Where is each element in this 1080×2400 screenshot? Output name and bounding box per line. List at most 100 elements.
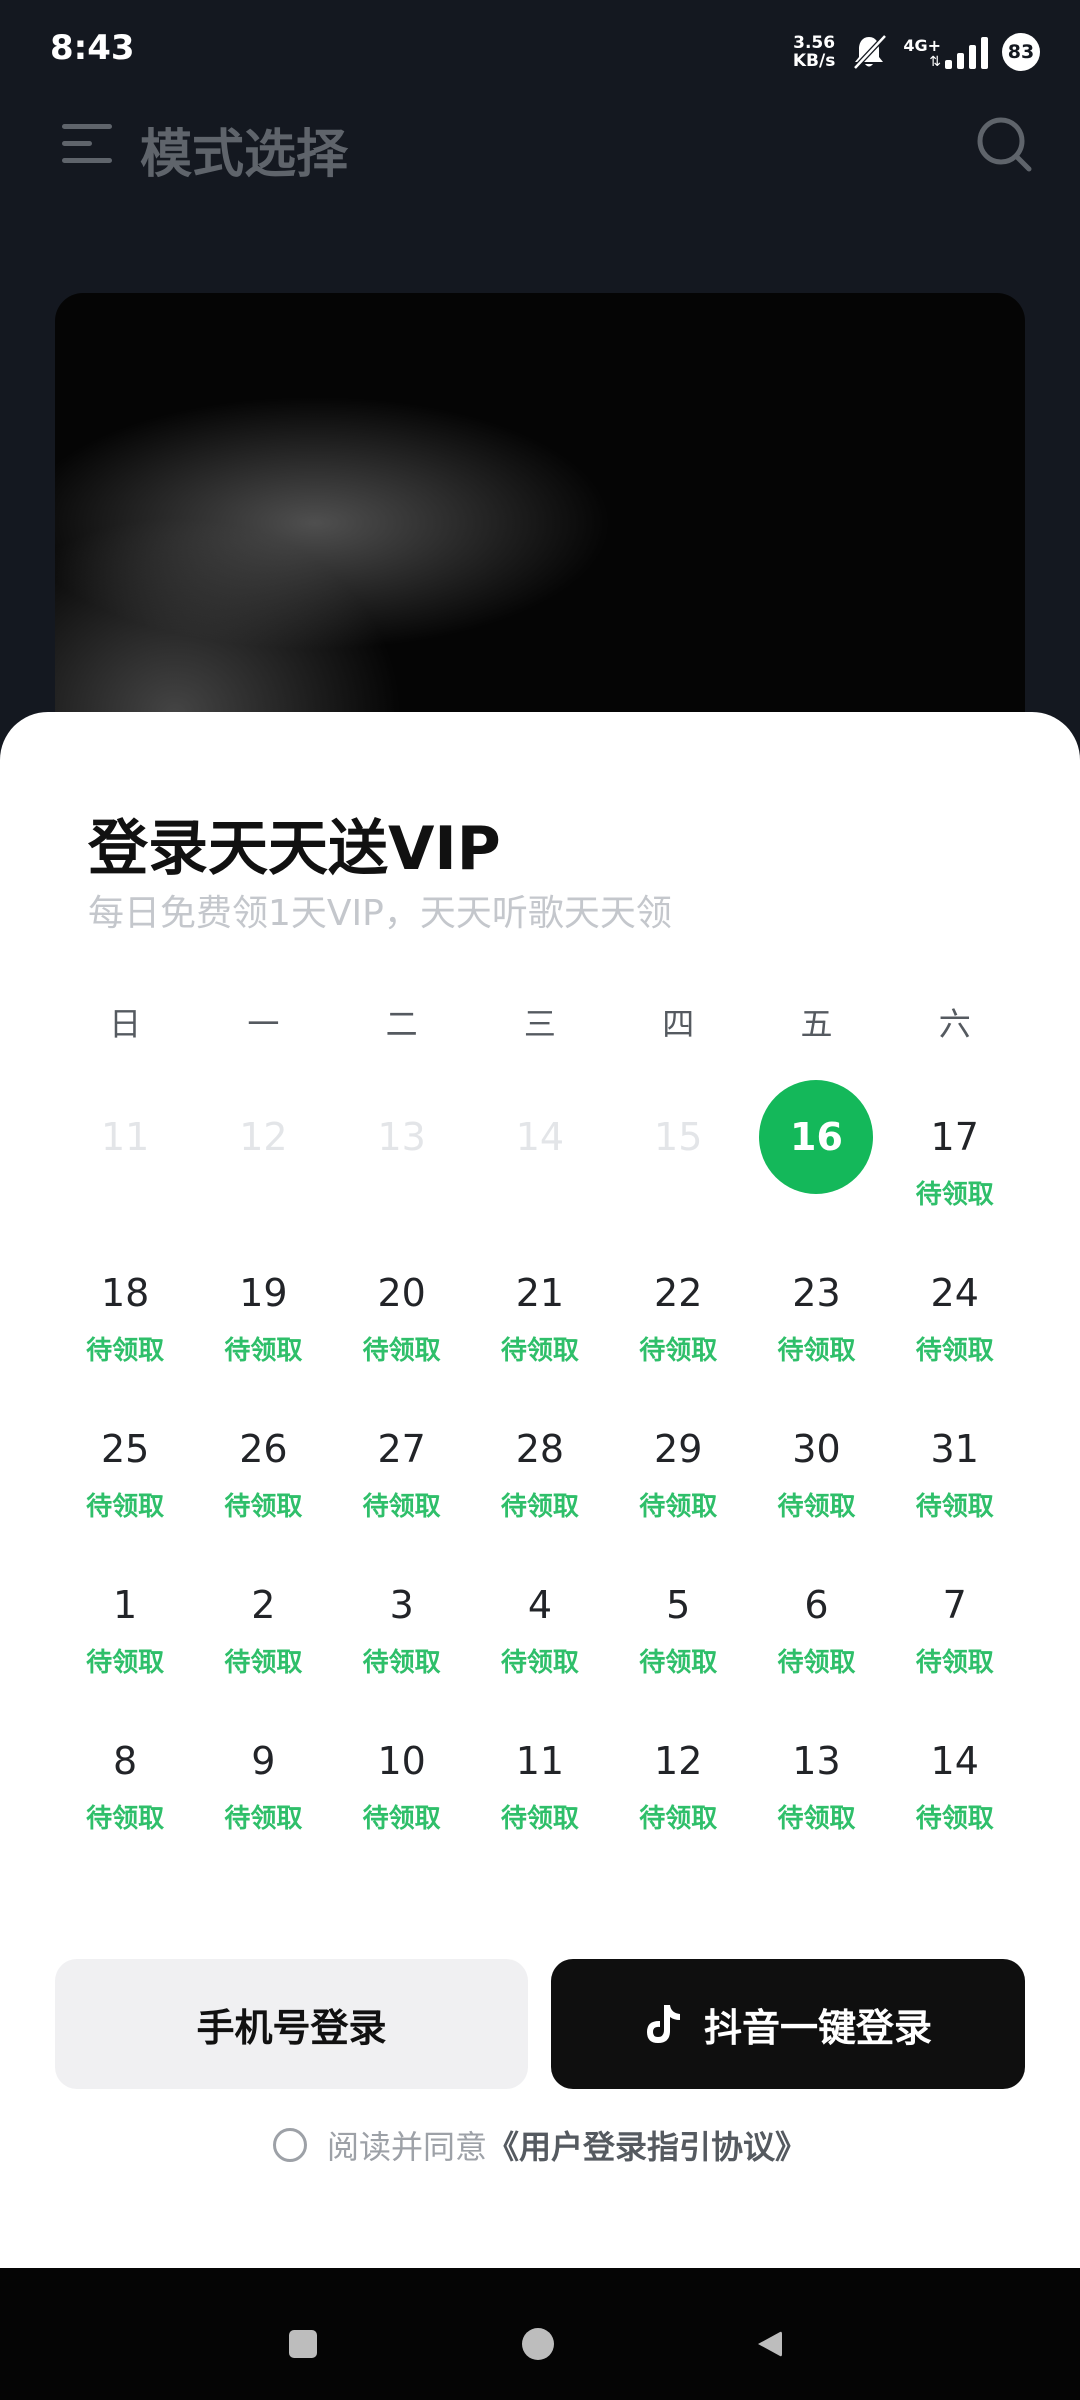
- calendar-day: 11: [56, 1092, 194, 1248]
- calendar-day[interactable]: 19 待领取: [194, 1248, 332, 1404]
- agreement-link[interactable]: 《用户登录指引协议》: [487, 2122, 807, 2168]
- network-type: 4G+ ⇅: [903, 36, 941, 69]
- day-number: 22: [654, 1271, 703, 1315]
- weekday-header: 日 一 二 三 四 五 六: [56, 992, 1024, 1052]
- day-status-tag: 待领取: [915, 1336, 994, 1366]
- status-bar: 8:43 3.56 KB/s 4G+ ⇅ 83: [0, 0, 1080, 100]
- weekday-label: 二: [385, 1005, 418, 1043]
- calendar-day[interactable]: 2 待领取: [194, 1560, 332, 1716]
- status-time: 8:43: [50, 28, 135, 68]
- status-indicators: 3.56 KB/s 4G+ ⇅ 83: [793, 28, 1040, 76]
- day-number: 8: [113, 1739, 138, 1783]
- day-number: 18: [100, 1271, 150, 1315]
- day-number: 3: [389, 1583, 414, 1627]
- day-status-tag: 待领取: [639, 1492, 718, 1522]
- agreement-checkbox[interactable]: [272, 2128, 307, 2162]
- sheet-title: 登录天天送VIP: [88, 814, 501, 884]
- day-number: 24: [930, 1271, 979, 1315]
- day-status-tag: 待领取: [639, 1336, 718, 1366]
- day-status-tag: 待领取: [777, 1492, 856, 1522]
- day-number: 26: [239, 1427, 288, 1471]
- calendar-day-today: 16: [747, 1080, 885, 1248]
- triangle-back-icon[interactable]: [754, 2328, 786, 2360]
- day-number: 17: [930, 1115, 979, 1159]
- calendar-day[interactable]: 8 待领取: [56, 1716, 194, 1872]
- day-number: 27: [377, 1427, 426, 1471]
- calendar-day[interactable]: 12 待领取: [609, 1716, 747, 1872]
- day-number: 28: [515, 1427, 565, 1471]
- day-number: 12: [654, 1739, 703, 1783]
- day-number: 21: [515, 1271, 565, 1315]
- day-status-tag: 待领取: [777, 1648, 856, 1678]
- calendar-day[interactable]: 6 待领取: [747, 1560, 885, 1716]
- calendar-day[interactable]: 4 待领取: [471, 1560, 609, 1716]
- day-status-tag: 待领取: [86, 1492, 165, 1522]
- search-icon[interactable]: [974, 114, 1034, 174]
- vip-calendar: 日 一 二 三 四 五 六 11 12 13 14 15 16 17 待领取 18 待领取 19 待领…: [56, 992, 1024, 1872]
- calendar-day[interactable]: 21 待领取: [471, 1248, 609, 1404]
- calendar-day[interactable]: 9 待领取: [194, 1716, 332, 1872]
- calendar-day[interactable]: 24 待领取: [886, 1248, 1024, 1404]
- calendar-day[interactable]: 5 待领取: [609, 1560, 747, 1716]
- calendar-day[interactable]: 1 待领取: [56, 1560, 194, 1716]
- day-number: 1: [113, 1583, 138, 1627]
- day-number: 12: [239, 1115, 288, 1159]
- bell-off-icon: [853, 34, 888, 70]
- day-number: 11: [515, 1739, 565, 1783]
- day-status-tag: 待领取: [915, 1180, 994, 1210]
- weekday-label: 六: [938, 1005, 971, 1043]
- login-sheet: 登录天天送VIP 每日免费领1天VIP，天天听歌天天领 日 一 二 三 四 五 …: [0, 712, 1080, 2268]
- day-status-tag: 待领取: [777, 1804, 856, 1834]
- calendar-day[interactable]: 7 待领取: [886, 1560, 1024, 1716]
- weekday-label: 日: [109, 1005, 142, 1043]
- day-number: 15: [654, 1115, 703, 1159]
- calendar-day[interactable]: 31 待领取: [886, 1404, 1024, 1560]
- weekday-label: 四: [662, 1005, 695, 1043]
- battery-indicator: 83: [1002, 33, 1040, 71]
- day-number: 13: [792, 1739, 841, 1783]
- sheet-subtitle: 每日免费领1天VIP，天天听歌天天领: [88, 893, 672, 934]
- douyin-login-button[interactable]: 抖音一键登录: [551, 1959, 1025, 2089]
- calendar-day: 15: [609, 1092, 747, 1248]
- day-status-tag: 待领取: [915, 1804, 994, 1834]
- calendar-day[interactable]: 3 待领取: [333, 1560, 471, 1716]
- calendar-day[interactable]: 20 待领取: [333, 1248, 471, 1404]
- day-status-tag: 待领取: [362, 1492, 441, 1522]
- calendar-day[interactable]: 17 待领取: [886, 1092, 1024, 1248]
- day-status-tag: 待领取: [362, 1804, 441, 1834]
- phone-login-button[interactable]: 手机号登录: [55, 1959, 528, 2089]
- calendar-day[interactable]: 11 待领取: [471, 1716, 609, 1872]
- day-status-tag: 待领取: [86, 1804, 165, 1834]
- calendar-day[interactable]: 25 待领取: [56, 1404, 194, 1560]
- day-number: 14: [930, 1739, 979, 1783]
- day-status-tag: 待领取: [915, 1492, 994, 1522]
- calendar-day[interactable]: 13 待领取: [747, 1716, 885, 1872]
- day-number: 19: [239, 1271, 288, 1315]
- calendar-day[interactable]: 26 待领取: [194, 1404, 332, 1560]
- day-status-tag: 待领取: [500, 1492, 579, 1522]
- system-nav-bar: [0, 2268, 1080, 2400]
- calendar-day: 12: [194, 1092, 332, 1248]
- calendar-day[interactable]: 18 待领取: [56, 1248, 194, 1404]
- calendar-day[interactable]: 27 待领取: [333, 1404, 471, 1560]
- day-number: 6: [804, 1583, 829, 1627]
- network-type-group: 4G+ ⇅: [903, 35, 988, 69]
- circle-icon[interactable]: [522, 2328, 554, 2360]
- calendar-day[interactable]: 30 待领取: [747, 1404, 885, 1560]
- calendar-day[interactable]: 23 待领取: [747, 1248, 885, 1404]
- day-status-tag: 待领取: [86, 1336, 165, 1366]
- calendar-day[interactable]: 22 待领取: [609, 1248, 747, 1404]
- day-status-tag: 待领取: [500, 1648, 579, 1678]
- weekday-label: 一: [247, 1005, 280, 1043]
- calendar-day[interactable]: 10 待领取: [333, 1716, 471, 1872]
- square-icon[interactable]: [289, 2330, 317, 2358]
- day-number: 30: [792, 1427, 841, 1471]
- day-number: 4: [527, 1583, 553, 1627]
- calendar-day: 13: [333, 1092, 471, 1248]
- calendar-grid: 11 12 13 14 15 16 17 待领取 18 待领取 19 待领取 20 待领取 21 待领取 22 待…: [56, 1080, 1024, 1872]
- calendar-day[interactable]: 28 待领取: [471, 1404, 609, 1560]
- data-activity-icon: ⇅: [929, 54, 941, 70]
- calendar-day[interactable]: 29 待领取: [609, 1404, 747, 1560]
- menu-icon[interactable]: [62, 122, 112, 166]
- calendar-day[interactable]: 14 待领取: [886, 1716, 1024, 1872]
